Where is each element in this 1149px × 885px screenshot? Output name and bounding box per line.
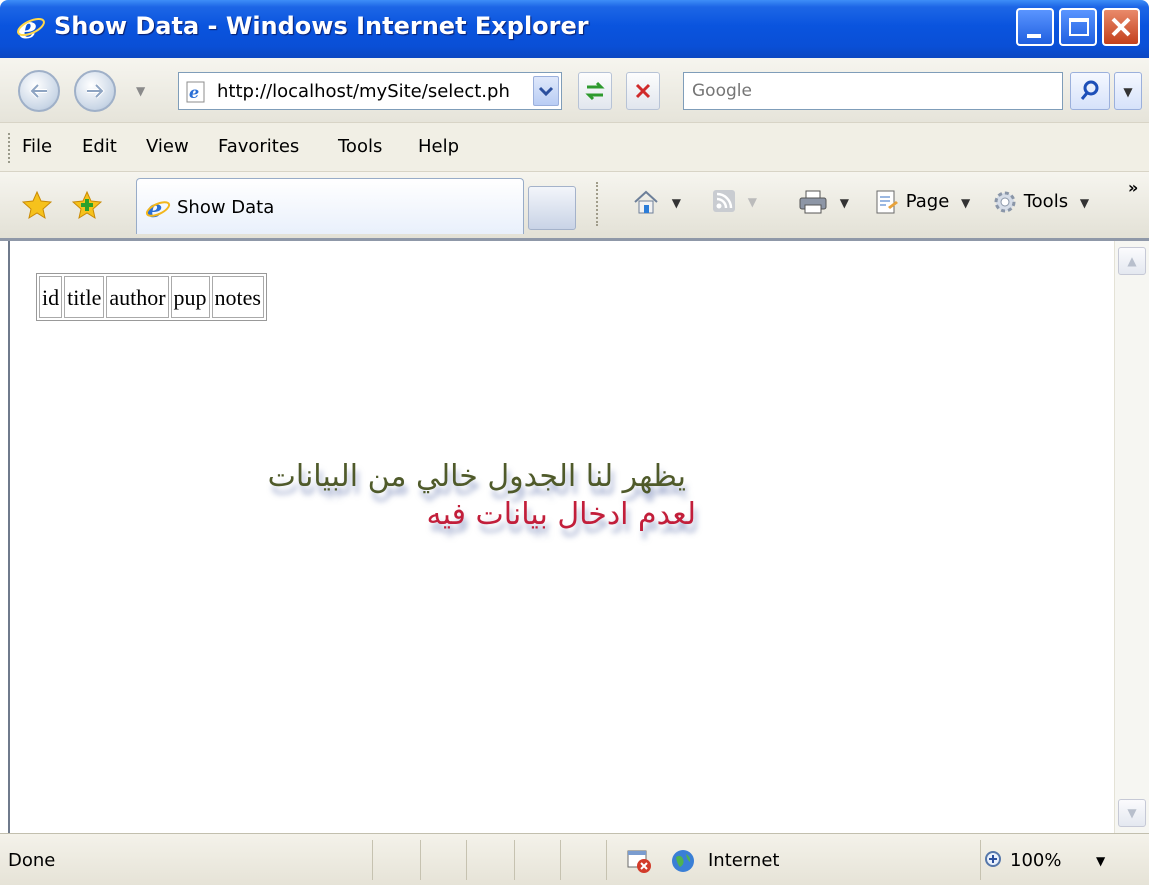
menu-tools[interactable]: Tools xyxy=(338,136,382,157)
url-dropdown-button[interactable] xyxy=(533,76,559,106)
tab-label: Show Data xyxy=(177,197,275,218)
chevron-down-icon[interactable]: ▼ xyxy=(1096,854,1105,868)
status-text: Done xyxy=(8,850,56,871)
status-pane-divider xyxy=(466,840,467,880)
data-table: id title author pup notes xyxy=(36,273,267,321)
security-zone-label: Internet xyxy=(708,850,780,871)
chevron-down-icon xyxy=(538,86,554,97)
refresh-icon xyxy=(585,81,605,101)
favorites-star-icon[interactable] xyxy=(22,190,52,220)
maximize-icon xyxy=(1069,18,1089,36)
close-icon xyxy=(1111,17,1131,37)
table-header-row: id title author pup notes xyxy=(39,276,264,318)
gear-icon xyxy=(994,191,1016,213)
annotation-line-1: يظهر لنا الجدول خالي من البيانات xyxy=(267,459,686,494)
status-pane-divider xyxy=(980,840,981,880)
home-button[interactable]: ▼ xyxy=(632,189,681,215)
chevron-down-icon: ▼ xyxy=(1079,196,1090,210)
address-toolbar: ▼ e http://localhost/mySite/select.ph ▼ xyxy=(0,58,1149,122)
search-box[interactable] xyxy=(683,72,1063,110)
stop-icon xyxy=(635,83,651,99)
column-header-pup: pup xyxy=(170,276,210,318)
search-icon xyxy=(1080,80,1099,100)
forward-button[interactable] xyxy=(74,70,116,112)
chevron-down-icon: ▼ xyxy=(671,196,681,210)
menu-help[interactable]: Help xyxy=(418,136,459,157)
back-button[interactable] xyxy=(18,70,60,112)
refresh-button[interactable] xyxy=(578,72,612,110)
chevron-down-icon: ▼ xyxy=(1123,85,1133,99)
tools-menu-button[interactable]: Tools ▼ xyxy=(992,189,1089,215)
zoom-level[interactable]: 100% xyxy=(1010,850,1061,871)
tab-show-data[interactable]: e Show Data xyxy=(136,178,524,234)
page-icon xyxy=(876,190,898,214)
printer-icon xyxy=(799,190,827,214)
menu-view[interactable]: View xyxy=(146,136,189,157)
chevron-down-icon: ▼ xyxy=(747,195,757,209)
print-button[interactable]: ▼ xyxy=(798,189,849,215)
column-header-title: title xyxy=(64,276,105,318)
home-icon xyxy=(634,190,658,214)
vertical-scrollbar[interactable]: ▲ ▼ xyxy=(1114,241,1149,833)
page-icon: e xyxy=(186,81,205,103)
menu-edit[interactable]: Edit xyxy=(82,136,117,157)
page-content: id title author pup notes يظهر لنا الجدو… xyxy=(8,241,1114,833)
minimize-icon xyxy=(1027,34,1041,38)
ie-logo-icon: e xyxy=(17,12,45,42)
column-header-notes: notes xyxy=(211,276,264,318)
chevron-down-icon: ▼ xyxy=(839,196,849,210)
back-arrow-icon xyxy=(29,83,47,99)
tab-bar: e Show Data ▼ ▼ ▼ Page ▼ Tools ▼ » xyxy=(0,172,1149,238)
scroll-down-button[interactable]: ▼ xyxy=(1118,799,1146,827)
svg-text:e: e xyxy=(189,83,199,102)
annotation-line-2: لعدم ادخال بيانات فيه xyxy=(426,497,696,532)
chevron-down-icon: ▼ xyxy=(961,196,971,210)
search-button[interactable] xyxy=(1070,72,1110,110)
window-title: Show Data - Windows Internet Explorer xyxy=(54,12,589,40)
search-options-dropdown[interactable]: ▼ xyxy=(1114,72,1142,110)
minimize-button[interactable] xyxy=(1016,8,1054,46)
maximize-button[interactable] xyxy=(1059,8,1097,46)
menu-file[interactable]: File xyxy=(22,136,52,157)
status-pane-divider xyxy=(514,840,515,880)
toolbar-separator xyxy=(596,182,598,226)
zoom-icon xyxy=(985,851,1001,867)
status-pane-divider xyxy=(420,840,421,880)
scroll-up-button[interactable]: ▲ xyxy=(1118,247,1146,275)
status-pane-divider xyxy=(372,840,373,880)
popup-blocked-icon[interactable] xyxy=(626,848,652,874)
toolbar-grip xyxy=(8,133,11,163)
page-menu-label: Page xyxy=(905,191,950,212)
search-input[interactable] xyxy=(684,73,1062,109)
ie-page-icon: e xyxy=(145,195,171,221)
tools-menu-label: Tools xyxy=(1023,191,1069,212)
feeds-button[interactable]: ▼ xyxy=(712,189,757,213)
menu-favorites[interactable]: Favorites xyxy=(218,136,299,157)
new-tab-button[interactable] xyxy=(528,186,576,230)
status-pane-divider xyxy=(606,840,607,880)
close-button[interactable] xyxy=(1102,8,1140,46)
title-bar: e Show Data - Windows Internet Explorer xyxy=(0,0,1149,58)
page-menu-button[interactable]: Page ▼ xyxy=(874,189,970,215)
menu-bar: File Edit View Favorites Tools Help xyxy=(0,122,1149,172)
history-dropdown-icon[interactable]: ▼ xyxy=(136,84,145,98)
rss-feed-icon xyxy=(713,190,735,212)
url-text[interactable]: http://localhost/mySite/select.ph xyxy=(217,81,529,102)
status-pane-divider xyxy=(560,840,561,880)
forward-arrow-icon xyxy=(87,83,105,99)
status-bar: Done Internet 100% ▼ xyxy=(0,833,1149,885)
stop-button[interactable] xyxy=(626,72,660,110)
toolbar-overflow-chevron[interactable]: » xyxy=(1128,178,1138,197)
add-favorites-icon[interactable] xyxy=(72,190,102,220)
column-header-author: author xyxy=(106,276,169,318)
globe-icon xyxy=(672,850,694,872)
column-header-id: id xyxy=(39,276,63,318)
address-bar[interactable]: e http://localhost/mySite/select.ph xyxy=(178,72,562,110)
